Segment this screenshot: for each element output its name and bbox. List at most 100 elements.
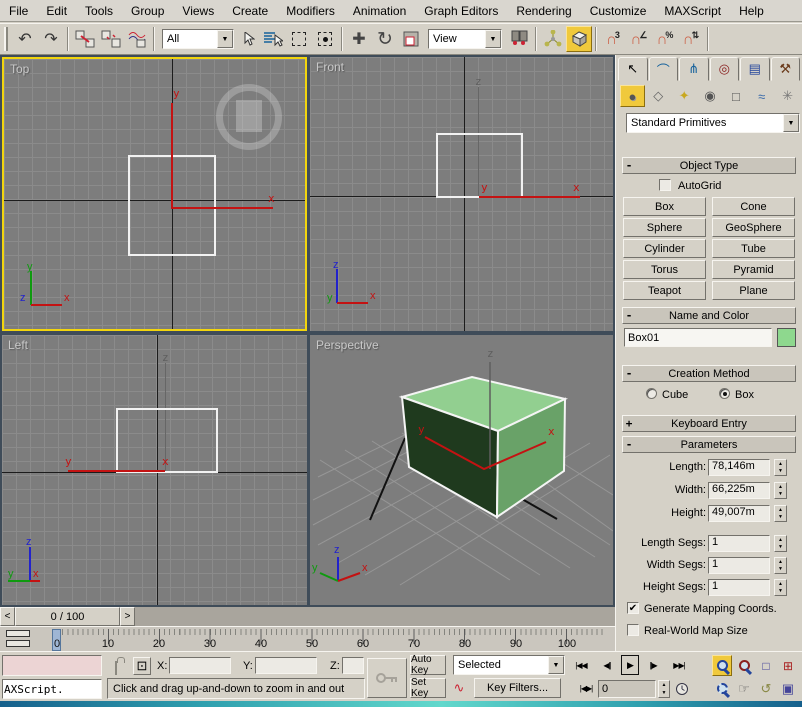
use-pivot-point-center-button[interactable] xyxy=(506,26,532,52)
redo-button[interactable]: ↷ xyxy=(38,26,64,52)
lights-category-button[interactable]: ✦ xyxy=(672,85,697,107)
maxscript-mini-listener-macro[interactable] xyxy=(2,655,102,676)
rollout-name-and-color[interactable]: - Name and Color xyxy=(622,307,796,324)
viewport-left[interactable]: Left z y x z y x xyxy=(2,335,307,605)
arc-rotate-button[interactable]: ↺ xyxy=(756,678,776,699)
rollout-collapse-icon[interactable]: - xyxy=(623,438,635,451)
rollout-expand-icon[interactable]: + xyxy=(623,417,635,430)
view-navigation-gizmo[interactable] xyxy=(216,84,282,150)
rollout-parameters[interactable]: - Parameters xyxy=(622,436,796,453)
select-and-scale-button[interactable] xyxy=(398,26,424,52)
select-object-button[interactable] xyxy=(238,26,260,52)
menu-tools[interactable]: Tools xyxy=(76,2,122,20)
menu-create[interactable]: Create xyxy=(223,2,277,20)
menu-modifiers[interactable]: Modifiers xyxy=(277,2,344,20)
tab-display[interactable]: ▤ xyxy=(740,57,770,81)
select-and-move-button[interactable]: ✚ xyxy=(346,26,372,52)
rollout-keyboard-entry[interactable]: + Keyboard Entry xyxy=(622,415,796,432)
menu-graph-editors[interactable]: Graph Editors xyxy=(415,2,507,20)
tab-modify[interactable]: ⌒ xyxy=(649,57,679,81)
object-type-plane-button[interactable]: Plane xyxy=(712,281,795,300)
zoom-extents-button[interactable]: □ xyxy=(756,655,776,676)
key-filters-button[interactable]: Key Filters... xyxy=(474,678,561,698)
spacewarps-category-button[interactable]: ≈ xyxy=(749,85,774,107)
select-and-rotate-button[interactable]: ↻ xyxy=(372,26,398,52)
viewport-left-label[interactable]: Left xyxy=(8,338,28,352)
length-segs-input[interactable]: 1 xyxy=(708,535,770,552)
viewport-front-label[interactable]: Front xyxy=(316,60,344,74)
time-slider-next-button[interactable]: > xyxy=(120,607,135,626)
dropdown-arrow-icon[interactable]: ▼ xyxy=(783,114,799,132)
viewport-top[interactable]: Top y x y z x xyxy=(2,57,307,331)
geometry-category-button[interactable]: ● xyxy=(620,85,645,107)
key-mode-toggle[interactable]: |◀▶| xyxy=(576,679,596,699)
dropdown-arrow-icon[interactable]: ▼ xyxy=(548,656,564,674)
percent-snap-button[interactable]: ∩% xyxy=(652,26,678,52)
viewport-perspective[interactable]: Perspective z y x xyxy=(310,335,613,605)
region-zoom-button[interactable] xyxy=(712,678,732,699)
rollout-creation-method[interactable]: - Creation Method xyxy=(622,365,796,382)
select-and-manipulate-button[interactable] xyxy=(540,26,566,52)
dropdown-arrow-icon[interactable]: ▼ xyxy=(217,30,233,48)
window-crossing-button[interactable] xyxy=(312,26,338,52)
mini-curve-editor-button[interactable] xyxy=(6,630,32,648)
pan-button[interactable]: ☞ xyxy=(734,678,754,699)
default-tangents-button[interactable]: ∿ xyxy=(450,678,468,698)
select-by-name-button[interactable] xyxy=(260,26,286,52)
bind-to-spacewarp-button[interactable] xyxy=(124,26,150,52)
rollout-object-type[interactable]: - Object Type xyxy=(622,157,796,174)
current-frame-input[interactable] xyxy=(598,680,656,698)
height-segs-spinner[interactable]: ▲▼ xyxy=(774,579,787,596)
menu-views[interactable]: Views xyxy=(173,2,223,20)
time-configuration-button[interactable] xyxy=(672,678,692,699)
box-selection-outline-front[interactable] xyxy=(436,133,523,198)
set-key-button[interactable]: Set Key xyxy=(410,678,446,698)
z-coord-input[interactable] xyxy=(342,657,364,674)
object-type-tube-button[interactable]: Tube xyxy=(712,239,795,258)
next-frame-button[interactable]: ||▶ xyxy=(641,655,665,675)
set-keys-button[interactable] xyxy=(367,658,407,698)
width-segs-spinner[interactable]: ▲▼ xyxy=(774,557,787,574)
object-name-input[interactable] xyxy=(624,328,772,347)
snaps-toggle-3d-button[interactable]: ∩3 xyxy=(600,26,626,52)
reference-coordinate-dropdown[interactable]: View ▼ xyxy=(428,29,502,49)
rollout-collapse-icon[interactable]: - xyxy=(623,309,635,322)
menu-file[interactable]: File xyxy=(0,2,37,20)
tab-motion[interactable]: ◎ xyxy=(710,57,740,81)
snaps-cube-toggle-button[interactable] xyxy=(566,26,592,52)
play-button[interactable]: ▶ xyxy=(621,655,639,675)
systems-category-button[interactable]: ✳ xyxy=(775,85,800,107)
tab-hierarchy[interactable]: ⋔ xyxy=(679,57,709,81)
object-type-sphere-button[interactable]: Sphere xyxy=(623,218,706,237)
width-segs-input[interactable]: 1 xyxy=(708,557,770,574)
menu-group[interactable]: Group xyxy=(122,2,173,20)
rectangular-selection-region-button[interactable] xyxy=(286,26,312,52)
go-to-end-button[interactable]: ▶▶| xyxy=(667,655,691,675)
menu-edit[interactable]: Edit xyxy=(37,2,76,20)
length-spinner[interactable]: ▲▼ xyxy=(774,459,787,476)
creation-method-box-label[interactable]: Box xyxy=(735,389,754,401)
y-coord-input[interactable] xyxy=(255,657,317,674)
track-bar[interactable]: 0 10 20 30 40 50 60 70 80 90 100 xyxy=(0,626,615,651)
creation-method-cube-label[interactable]: Cube xyxy=(662,389,688,401)
length-input[interactable]: 78,146m xyxy=(708,459,770,476)
viewport-top-label[interactable]: Top xyxy=(10,62,29,76)
height-segs-input[interactable]: 1 xyxy=(708,579,770,596)
time-slider-handle[interactable]: 0 / 100 xyxy=(15,607,120,626)
angle-snap-button[interactable]: ∩∠ xyxy=(626,26,652,52)
rollout-collapse-icon[interactable]: - xyxy=(623,159,635,172)
creation-method-box-radio[interactable] xyxy=(719,388,730,399)
object-type-teapot-button[interactable]: Teapot xyxy=(623,281,706,300)
undo-button[interactable]: ↶ xyxy=(12,26,38,52)
selection-filter-dropdown[interactable]: All ▼ xyxy=(162,29,234,49)
minmax-toggle-button[interactable]: ▣ xyxy=(778,678,798,699)
menu-customize[interactable]: Customize xyxy=(581,2,656,20)
generate-mapping-coords-checkbox[interactable]: ✔ xyxy=(627,602,639,614)
dropdown-arrow-icon[interactable]: ▼ xyxy=(485,30,501,48)
key-filter-dropdown[interactable]: Selected ▼ xyxy=(453,655,565,675)
time-slider-prev-button[interactable]: < xyxy=(0,607,15,626)
object-type-cone-button[interactable]: Cone xyxy=(712,197,795,216)
creation-method-cube-radio[interactable] xyxy=(646,388,657,399)
autogrid-checkbox[interactable] xyxy=(659,179,671,191)
width-spinner[interactable]: ▲▼ xyxy=(774,482,787,499)
